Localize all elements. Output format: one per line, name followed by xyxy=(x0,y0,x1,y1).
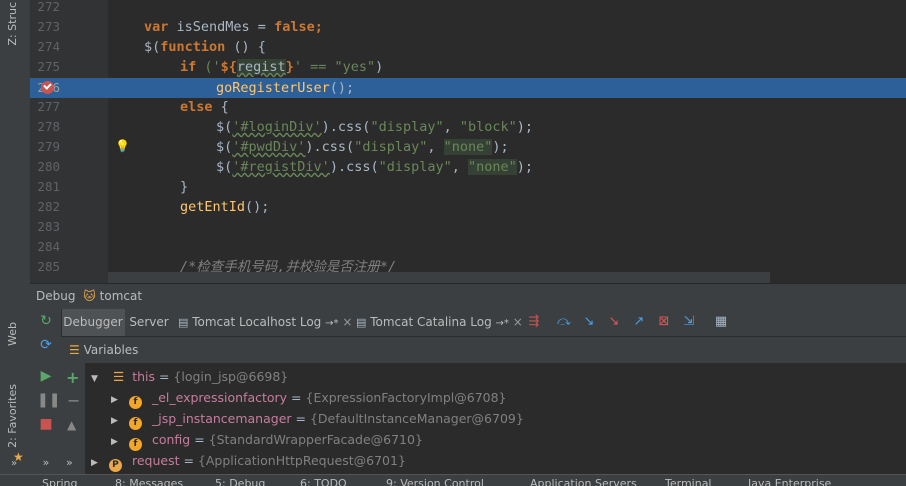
structure-tab[interactable]: Z: Struc xyxy=(6,2,19,46)
line-number: 274 xyxy=(37,39,60,54)
stop-icon[interactable]: ■ xyxy=(37,415,55,433)
execution-line-highlight: 276 goRegisterUser(); xyxy=(30,78,906,98)
tomcat-icon: 🐱 xyxy=(83,289,96,303)
tab-server[interactable]: Server xyxy=(126,309,172,336)
variables-header: ☰ Variables xyxy=(61,337,906,364)
variables-toolbar: + − ▲ » xyxy=(61,363,85,485)
log-file-icon: ▤ xyxy=(356,316,367,329)
code-line-282: getEntId(); xyxy=(180,199,270,215)
line-number: 284 xyxy=(37,239,60,254)
debug-title-bar: Debug 🐱 tomcat xyxy=(30,283,906,310)
pause-icon[interactable]: ❚❚ xyxy=(37,391,60,409)
expanded-arrow-icon[interactable]: ▼ xyxy=(91,369,105,390)
log-file-icon: ▤ xyxy=(178,316,189,329)
line-number: 285 xyxy=(37,259,60,274)
close-icon[interactable]: × xyxy=(513,315,523,329)
step-over-icon[interactable]: ⤼ xyxy=(556,314,572,330)
field-list-icon: ☰ xyxy=(112,369,125,384)
collapsed-arrow-icon[interactable]: ▶ xyxy=(91,453,105,474)
variables-title: Variables xyxy=(83,343,139,357)
code-line-276: goRegisterUser(); xyxy=(216,80,355,96)
code-line-277: else { xyxy=(180,99,229,115)
left-tool-strip: Z: Struc Web 2: Favorites ★ » xyxy=(0,0,31,485)
code-editor[interactable]: var isSendMes = false; $(function () { i… xyxy=(108,0,906,283)
code-line-275: if ('${regist}' == "yes") xyxy=(180,59,384,75)
tab-tomcat-catalina-log[interactable]: ▤ Tomcat Catalina Log →* × xyxy=(356,309,523,336)
code-line-274: $(function () { xyxy=(144,39,266,55)
line-number: 279 xyxy=(37,139,60,154)
variable-row[interactable]: ▶ f _el_expressionfactory = {ExpressionF… xyxy=(111,387,507,409)
breakpoint-icon[interactable] xyxy=(41,81,54,94)
move-up-icon[interactable]: ▲ xyxy=(67,418,76,432)
variables-icon: ☰ xyxy=(69,343,80,357)
variable-row[interactable]: ▼ ☰ this = {login_jsp@6698} xyxy=(91,366,288,387)
debug-left-toolbar: ↻ ⟳ ▶ ❚❚ ■ » xyxy=(30,309,62,485)
tool-window-bar: Spring 8: Messages 5: Debug 6: TODO 9: V… xyxy=(0,474,906,486)
parameter-icon: P xyxy=(108,459,122,472)
line-number: 277 xyxy=(37,99,60,114)
variables-tree: ▼ ☰ this = {login_jsp@6698} ▶ f _el_expr… xyxy=(85,363,906,485)
code-line-273: var isSendMes = false; xyxy=(144,19,323,35)
line-number: 283 xyxy=(37,219,60,234)
code-line-280: $('#registDiv').css("display", "none"); xyxy=(216,159,534,175)
web-tab[interactable]: Web xyxy=(6,322,19,346)
step-out-icon[interactable]: ↗ xyxy=(631,314,647,330)
more-actions-icon[interactable]: » xyxy=(66,456,73,469)
more-tools-icon[interactable]: » xyxy=(11,458,17,469)
resume-icon[interactable]: ▶ xyxy=(37,367,55,385)
line-number: 275 xyxy=(37,59,60,74)
step-into-icon[interactable]: ↘ xyxy=(581,314,597,330)
line-number: 278 xyxy=(37,119,60,134)
code-line-281: } xyxy=(180,179,189,195)
variable-row[interactable]: ▶ f _jsp_instancemanager = {DefaultInsta… xyxy=(111,408,524,430)
lightbulb-icon[interactable]: 💡 xyxy=(115,139,130,153)
favorites-tab[interactable]: 2: Favorites xyxy=(6,384,19,448)
debug-config-name[interactable]: tomcat xyxy=(100,289,142,303)
line-number: 280 xyxy=(37,159,60,174)
horizontal-scrollbar[interactable] xyxy=(108,272,770,283)
editor-gutter: 272 273 274 275 277 278 279 280 281 282 … xyxy=(30,0,136,283)
rerun-icon[interactable]: ↻ xyxy=(37,312,55,330)
tab-debugger[interactable]: Debugger xyxy=(61,309,125,336)
drop-frame-icon[interactable]: ⊠ xyxy=(656,314,672,330)
debug-tabs-bar: Debugger Server ▤ Tomcat Localhost Log →… xyxy=(30,309,906,337)
refresh-icon[interactable]: ⟳ xyxy=(37,336,55,354)
force-step-into-icon[interactable]: ↘ xyxy=(606,314,622,330)
remove-watch-icon[interactable]: − xyxy=(67,391,80,410)
evaluate-expression-icon[interactable]: ▦ xyxy=(713,314,729,330)
more-actions-icon[interactable]: » xyxy=(37,454,55,472)
variable-row[interactable]: ▶ P request = {ApplicationHttpRequest@67… xyxy=(91,450,406,474)
tab-tomcat-localhost-log[interactable]: ▤ Tomcat Localhost Log →* × xyxy=(178,309,352,336)
add-watch-icon[interactable]: + xyxy=(66,368,79,387)
variable-row[interactable]: ▶ f config = {StandardWrapperFacade@6710… xyxy=(111,429,423,451)
debug-title: Debug xyxy=(36,289,76,303)
show-execution-point-icon[interactable]: ⇶ xyxy=(526,314,542,330)
line-number: 282 xyxy=(37,199,60,214)
line-number: 281 xyxy=(37,179,60,194)
line-number: 273 xyxy=(37,19,60,34)
line-number: 272 xyxy=(37,0,60,14)
run-to-cursor-icon[interactable]: ⇲ xyxy=(681,314,697,330)
code-line-279: $('#pwdDiv').css("display", "none"); xyxy=(216,139,509,155)
code-line-278: $('#loginDiv').css("display", "block"); xyxy=(216,119,534,135)
close-icon[interactable]: × xyxy=(342,315,352,329)
